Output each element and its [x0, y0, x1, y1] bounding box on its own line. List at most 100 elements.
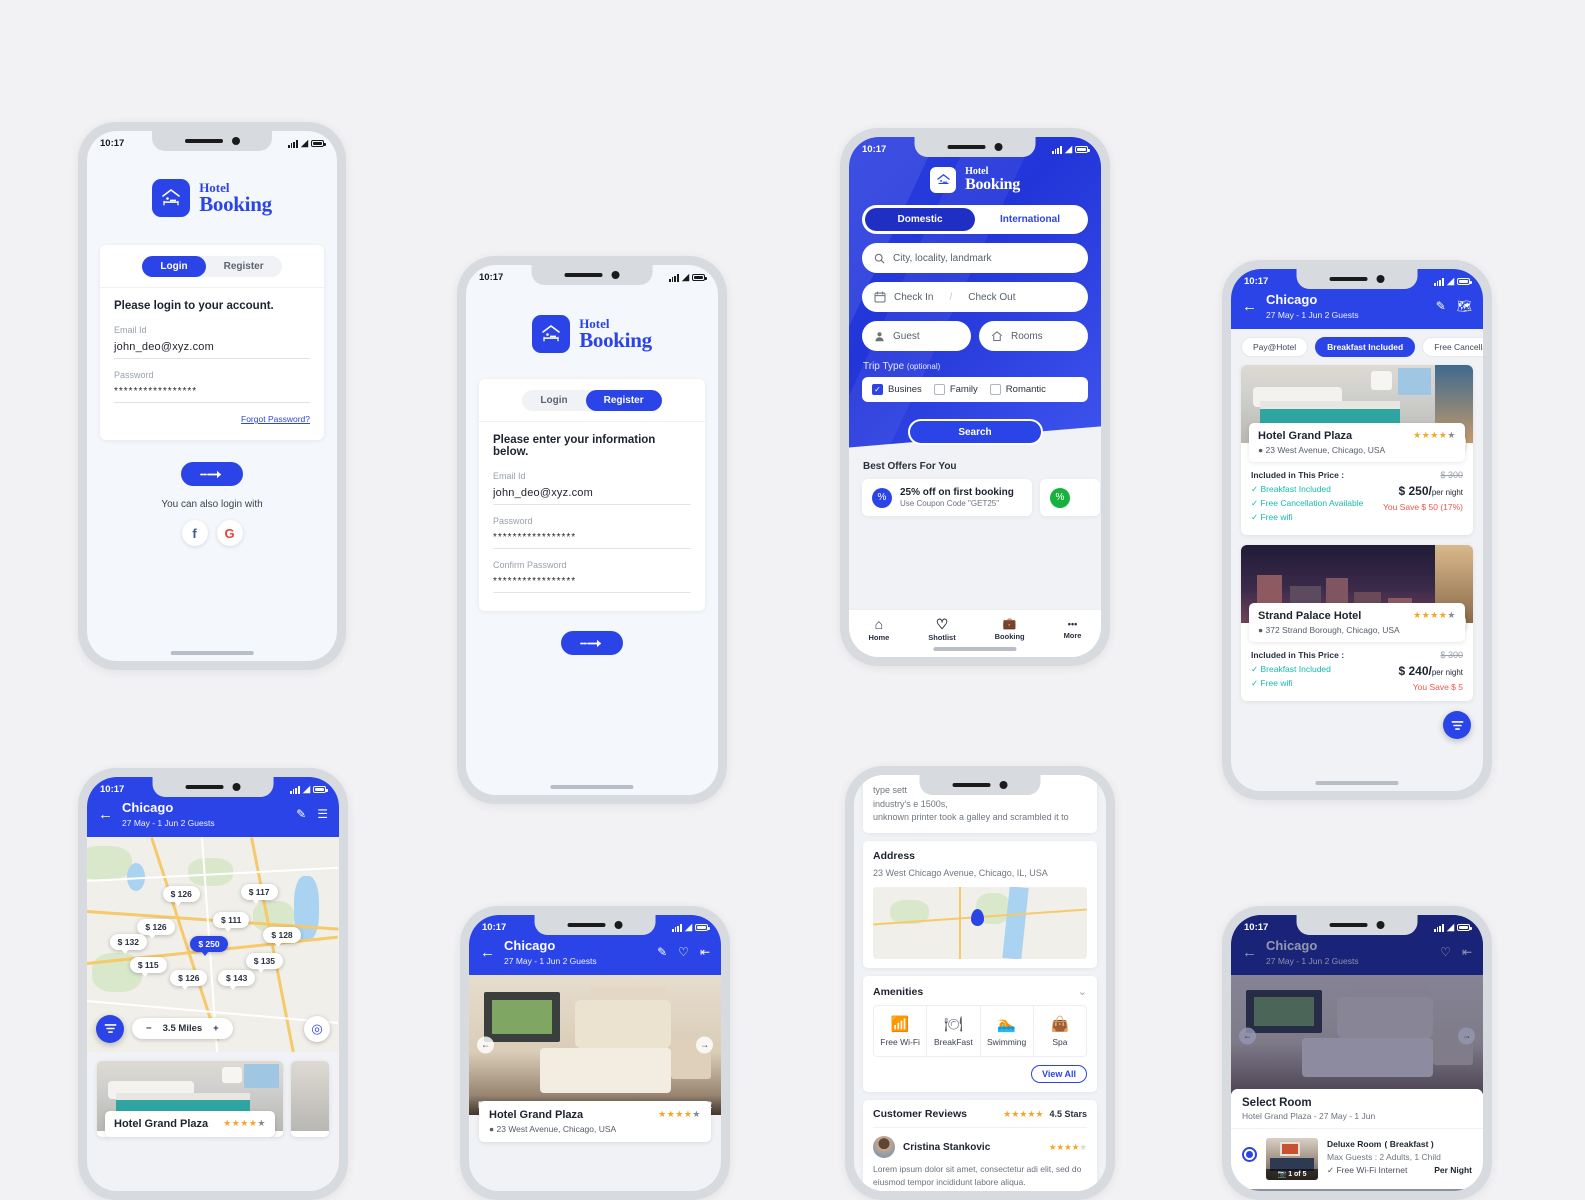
checkout-label[interactable]: Check Out [968, 292, 1015, 303]
map-price-pin[interactable]: $ 135 [245, 953, 284, 974]
tab-register[interactable]: Register [585, 390, 662, 411]
filter-fab[interactable] [1443, 711, 1471, 739]
chip-pay-at-hotel[interactable]: Pay@Hotel [1241, 336, 1309, 357]
map-price-pin[interactable]: $ 115 [129, 957, 167, 978]
hotel-detail-screen: 10:17 ◢ ← Chicago 27 May - 1 Jun 2 Guest… [469, 915, 721, 1191]
back-icon[interactable]: ← [1242, 299, 1257, 314]
google-icon[interactable]: G [216, 520, 243, 546]
map-price-pin[interactable]: $ 117 [240, 884, 278, 905]
tab-booking[interactable]: 💼 Booking [995, 618, 1025, 641]
login-submit-button[interactable] [181, 462, 243, 486]
map-price-pin[interactable]: $ 126 [137, 918, 175, 939]
back-icon[interactable]: ← [1242, 945, 1257, 960]
tab-register[interactable]: Register [206, 256, 282, 277]
share-icon[interactable]: ⇤ [1462, 945, 1472, 959]
checkbox-romantic[interactable]: Romantic [989, 384, 1046, 395]
map-price-pin[interactable]: $ 143 [218, 970, 256, 991]
zoom-out-button[interactable]: − [146, 1023, 152, 1034]
email-field[interactable]: Email Id john_deo@xyz.com [493, 471, 691, 505]
tab-more[interactable]: ••• More [1064, 619, 1082, 640]
confirm-password-label: Confirm Password [493, 560, 567, 570]
favorite-icon[interactable]: ♡ [1440, 945, 1451, 959]
hotel-card[interactable]: ♡ Hotel Grand Plaza ★★★★★ [97, 1060, 283, 1137]
next-photo-icon[interactable]: → [696, 1036, 713, 1054]
filter-fab[interactable] [96, 1014, 124, 1043]
checkbox-family[interactable]: Family [933, 384, 978, 395]
chip-breakfast-included[interactable]: Breakfast Included [1315, 336, 1416, 357]
hotel-list-screen: 10:17 ◢ ← Chicago 27 May - 1 Jun 2 Guest… [1231, 269, 1483, 791]
tab-international[interactable]: International [975, 208, 1085, 231]
email-value[interactable]: john_deo@xyz.com [493, 487, 691, 505]
map-price-pin[interactable]: $ 111 [213, 912, 250, 933]
register-submit-button[interactable] [561, 631, 623, 655]
amenity-label: BreakFast [934, 1037, 973, 1047]
offer-card[interactable]: % 25% off on first booking Use Coupon Co… [862, 479, 1032, 516]
password-field[interactable]: Password ***************** [493, 516, 691, 549]
tab-login[interactable]: Login [522, 390, 585, 411]
tab-login[interactable]: Login [142, 256, 206, 277]
map-canvas[interactable]: $ 126 $ 117 $ 126 $ 111 $ 128 $ 132 $ 25… [87, 836, 339, 1052]
map-price-pin[interactable]: $ 132 [109, 933, 147, 954]
map-price-pin-active[interactable]: $ 250 [190, 935, 228, 956]
edit-icon[interactable]: ✎ [296, 807, 306, 821]
phone-login: 10:17 ◢ Hotel Booking Login Register Ple… [78, 122, 346, 670]
next-photo-icon[interactable]: → [1458, 1027, 1475, 1045]
offer-card-2[interactable]: % [1040, 479, 1100, 516]
room-radio[interactable] [1242, 1146, 1257, 1162]
share-icon[interactable]: ⇤ [700, 945, 710, 959]
map-pin-icon[interactable]: 🗺 [1457, 299, 1472, 313]
confirm-password-field[interactable]: Confirm Password ***************** [493, 560, 691, 593]
chip-free-cancellation[interactable]: Free Cancella [1422, 336, 1483, 357]
email-field[interactable]: Email Id john_deo@xyz.com [114, 325, 310, 359]
edit-icon[interactable]: ✎ [657, 945, 667, 959]
guest-input[interactable]: Guest [862, 321, 971, 351]
email-value[interactable]: john_deo@xyz.com [114, 341, 310, 359]
tab-shotlist[interactable]: ♡ Shotlist [928, 617, 956, 642]
checkbox-business[interactable]: ✓ Busines [872, 384, 922, 395]
back-icon[interactable]: ← [480, 945, 495, 960]
hotel-card[interactable]: ♡ Strand Palace Hotel ★★★★★ ● 372 Strand… [1241, 544, 1473, 701]
password-field[interactable]: Password ***************** [114, 370, 310, 403]
back-icon[interactable]: ← [98, 807, 113, 822]
city-search-input[interactable]: City, locality, landmark [862, 243, 1088, 273]
favorite-icon[interactable]: ♡ [678, 945, 689, 959]
offers-carousel[interactable]: % 25% off on first booking Use Coupon Co… [849, 479, 1101, 516]
address-minimap[interactable] [873, 887, 1087, 959]
room-photo-gallery[interactable]: ← → Bedroom 3/12 [469, 974, 721, 1115]
checkbox-family-box[interactable] [933, 384, 945, 395]
map-price-pin[interactable]: $ 126 [162, 886, 200, 907]
checkbox-romantic-box[interactable] [989, 384, 1001, 395]
my-location-icon[interactable]: ◎ [304, 1015, 330, 1042]
tab-domestic[interactable]: Domestic [865, 208, 975, 231]
prev-photo-icon[interactable]: ← [1239, 1027, 1256, 1045]
facebook-icon[interactable]: f [181, 520, 208, 546]
chevron-down-icon[interactable]: ⌄ [1078, 985, 1087, 998]
hotel-card[interactable]: ♡ Hotel Grand Plaza ★★★★★ ● 23 West Aven… [1241, 364, 1473, 535]
confirm-password-value[interactable]: ***************** [493, 576, 691, 593]
map-price-pin[interactable]: $ 126 [170, 970, 208, 991]
photo-count: 📷 1 of 5 [1266, 1168, 1318, 1180]
forgot-password-link[interactable]: Forgot Password? [114, 414, 310, 424]
view-all-button[interactable]: View All [1031, 1065, 1087, 1083]
date-range-input[interactable]: Check In / Check Out [862, 282, 1088, 312]
tab-home[interactable]: ⌂ Home [868, 617, 889, 642]
checkbox-business-box[interactable]: ✓ [872, 384, 883, 395]
hotel-card-next[interactable] [291, 1060, 329, 1137]
room-option-row[interactable]: 📷 1 of 5 Deluxe Room ( Breakfast ) Max G… [1231, 1128, 1483, 1189]
list-view-icon[interactable]: ☰ [317, 807, 328, 821]
room-thumbnail[interactable]: 📷 1 of 5 [1266, 1137, 1318, 1180]
zoom-stepper[interactable]: − 3.5 Miles + [132, 1018, 233, 1040]
password-value[interactable]: ***************** [493, 532, 691, 549]
password-value[interactable]: ***************** [114, 386, 310, 403]
edit-icon[interactable]: ✎ [1436, 299, 1446, 313]
prev-photo-icon[interactable]: ← [477, 1036, 494, 1054]
status-time: 10:17 [479, 272, 504, 283]
search-button[interactable]: Search [907, 419, 1043, 445]
zoom-in-button[interactable]: + [213, 1023, 219, 1034]
rooms-input[interactable]: Rooms [979, 321, 1088, 351]
checkin-label[interactable]: Check In [894, 292, 933, 303]
register-title: Please enter your information below. [493, 434, 656, 458]
room-photo[interactable]: ← → [1231, 974, 1483, 1097]
login-screen: 10:17 ◢ Hotel Booking Login Register Ple… [87, 131, 337, 661]
map-price-pin[interactable]: $ 128 [263, 927, 301, 948]
